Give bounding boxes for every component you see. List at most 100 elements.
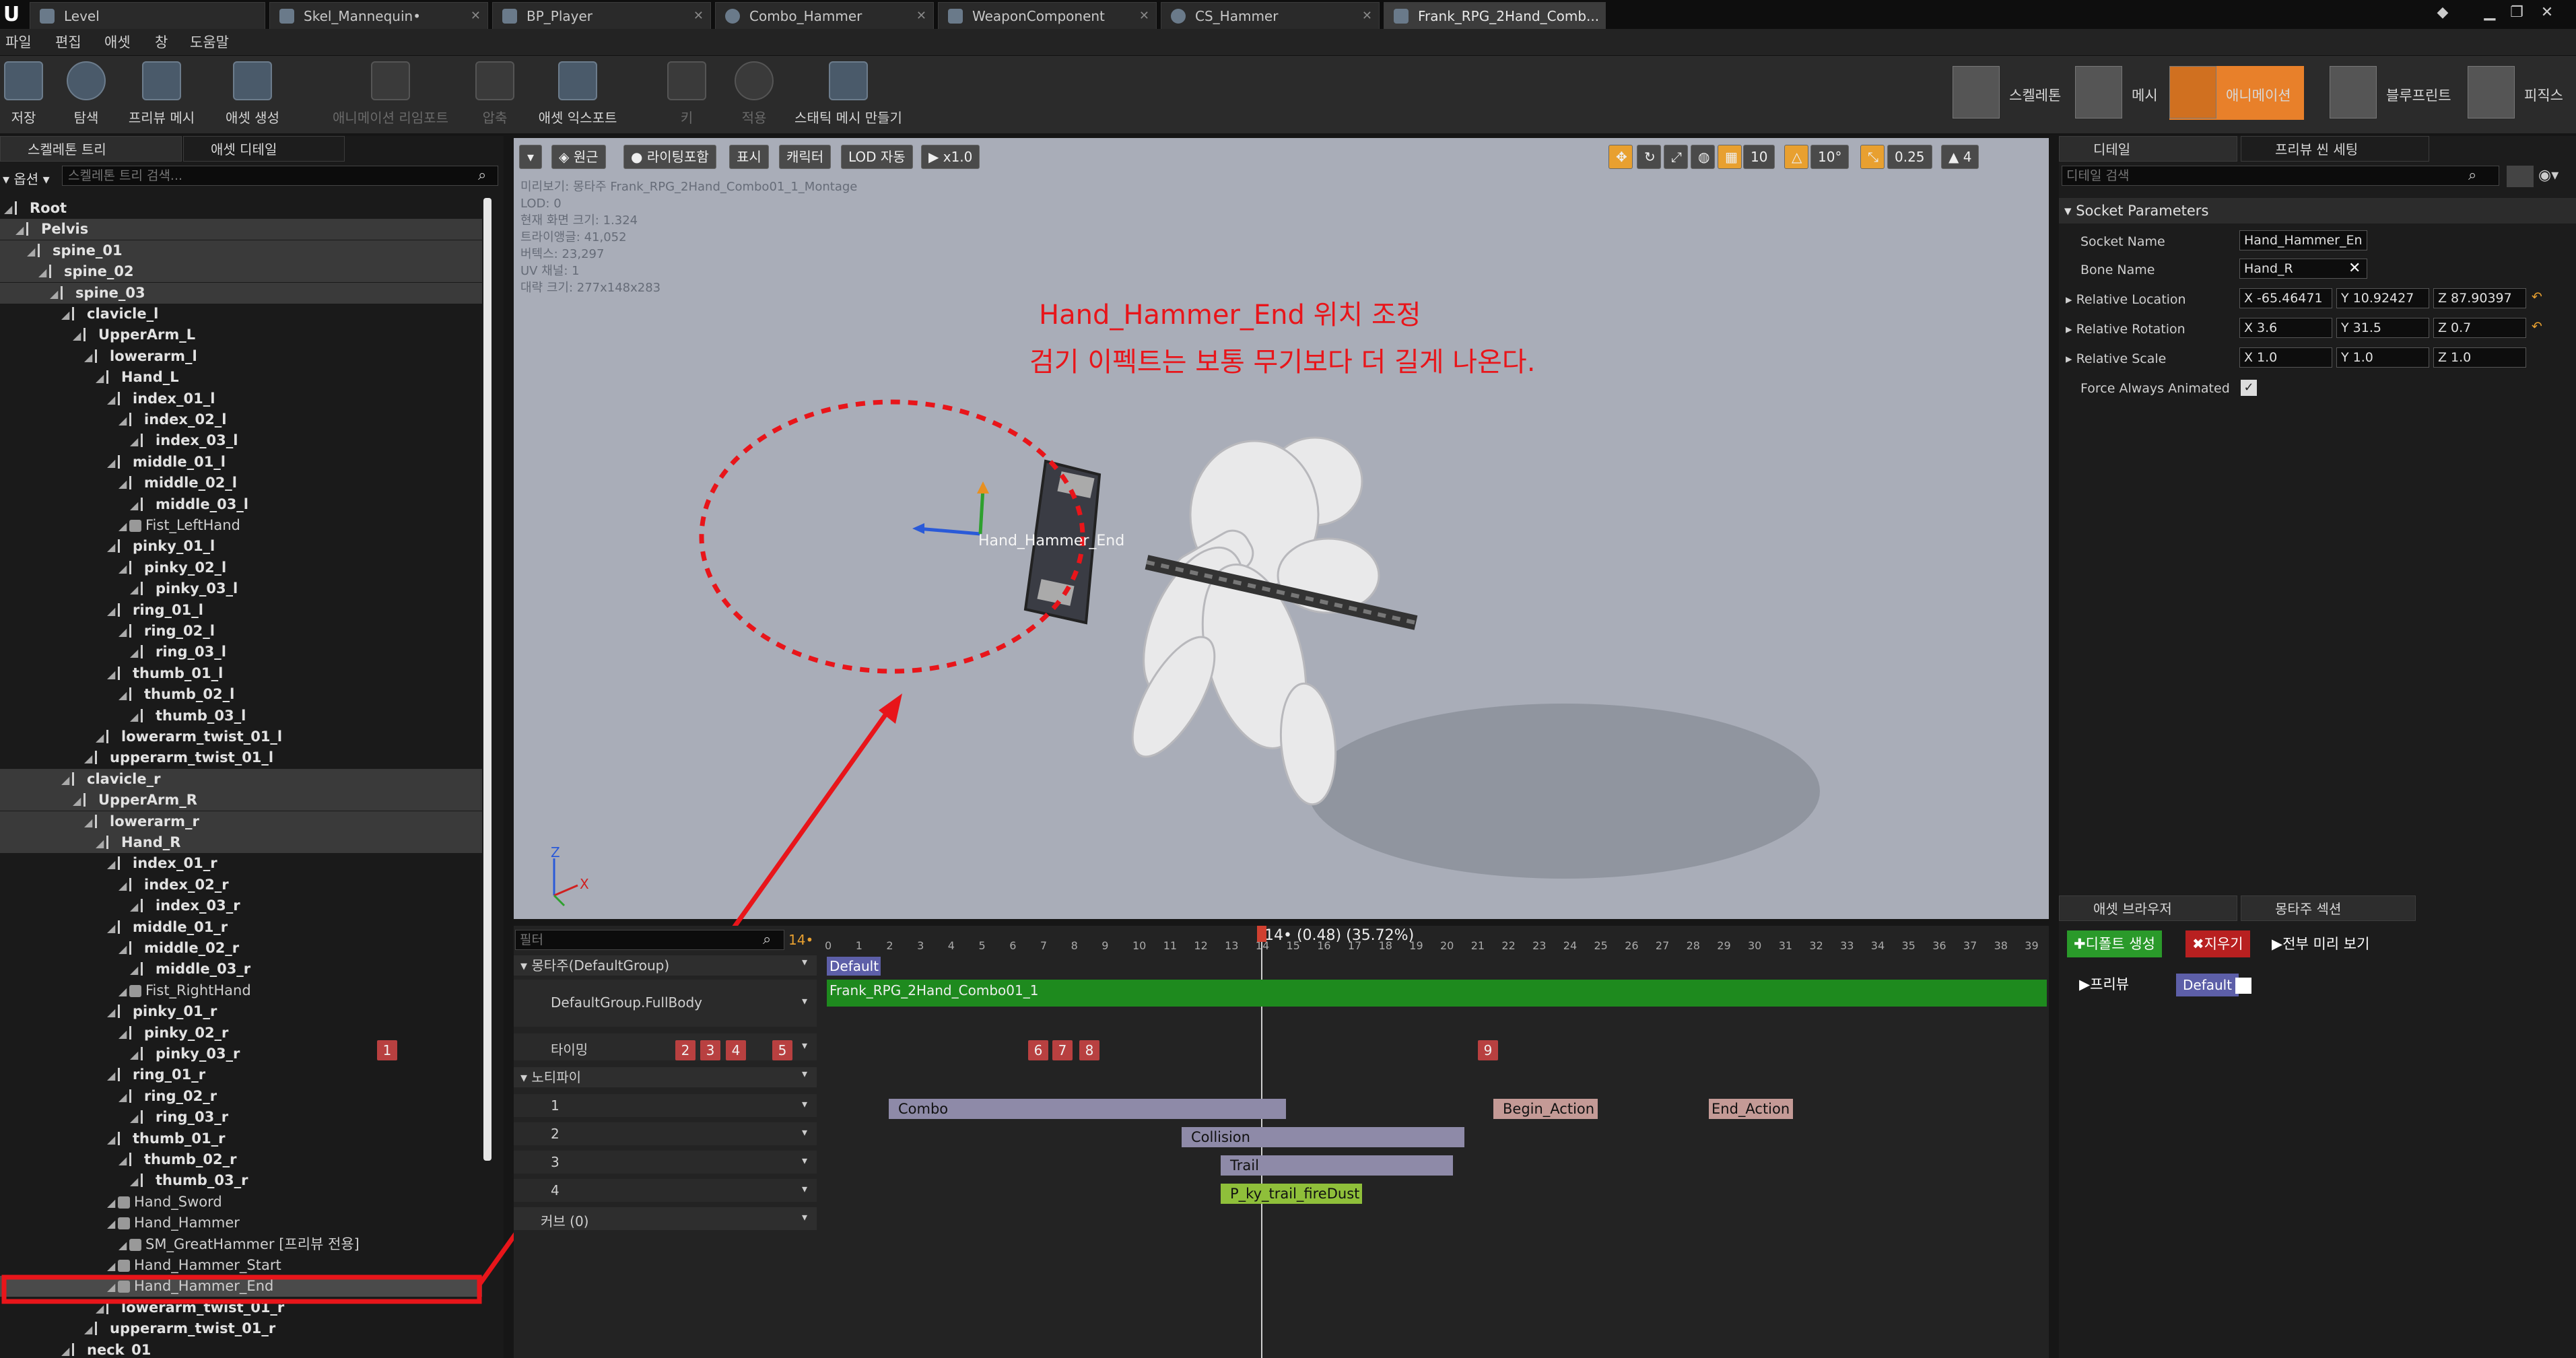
- tab-level[interactable]: Level: [30, 2, 265, 29]
- bone-tree-item[interactable]: ◢ pinky_01_l: [0, 536, 482, 557]
- notify-track-2[interactable]: 2 ▾: [514, 1122, 817, 1145]
- expand-arrow-icon[interactable]: ◢: [118, 410, 129, 431]
- bone-tree-item[interactable]: ◢ clavicle_r: [0, 768, 482, 790]
- socket-name-field[interactable]: Hand_Hammer_En: [2239, 230, 2367, 250]
- notify-end-action[interactable]: End_Action: [1709, 1099, 1793, 1119]
- tab-preview-scene-settings[interactable]: 프리뷰 씬 세팅: [2241, 136, 2429, 162]
- export-asset-button[interactable]: 애셋 익스포트: [527, 56, 628, 135]
- save-button[interactable]: 저장: [0, 56, 47, 135]
- mode-physics[interactable]: 피직스: [2468, 66, 2575, 120]
- expand-arrow-icon[interactable]: ◢: [107, 537, 118, 557]
- close-window-icon[interactable]: ✕: [2535, 3, 2559, 23]
- expand-arrow-icon[interactable]: ◢: [96, 1298, 106, 1319]
- bone-tree-item[interactable]: ◢ index_02_l: [0, 409, 482, 430]
- expand-arrow-icon[interactable]: ◢: [15, 219, 26, 240]
- tab-combo-hammer[interactable]: Combo_Hammer ✕: [715, 2, 934, 29]
- expand-arrow-icon[interactable]: ◢: [61, 304, 72, 325]
- bone-tree-item[interactable]: ◢ UpperArm_R: [0, 790, 482, 811]
- close-icon[interactable]: ✕: [1362, 3, 1372, 29]
- tab-bp-player[interactable]: BP_Player ✕: [492, 2, 711, 29]
- expand-arrow-icon[interactable]: ◢: [84, 347, 95, 368]
- clear-button[interactable]: ✖지우기: [2185, 930, 2250, 957]
- curve-row[interactable]: 커브 (0) ▾: [514, 1207, 817, 1230]
- bone-tree-item[interactable]: ◢ middle_02_l: [0, 473, 482, 494]
- notify-track-3[interactable]: 3 ▾: [514, 1151, 817, 1174]
- bone-tree-item[interactable]: ◢ ring_01_l: [0, 600, 482, 621]
- expand-arrow-icon[interactable]: ◢: [118, 685, 129, 706]
- skeleton-tree-search-input[interactable]: [62, 166, 498, 186]
- mode-blueprint[interactable]: 블루프린트: [2330, 66, 2458, 120]
- expand-arrow-icon[interactable]: ◢: [107, 918, 118, 939]
- expand-arrow-icon[interactable]: ◢: [118, 473, 129, 494]
- tab-weapon-component[interactable]: WeaponComponent ✕: [938, 2, 1157, 29]
- bone-tree-item[interactable]: ◢ Hand_R: [0, 832, 482, 853]
- location-y-field[interactable]: Y 10.92427: [2336, 288, 2429, 308]
- property-matrix-icon[interactable]: [2507, 166, 2534, 187]
- preview-mesh-button[interactable]: 프리뷰 메시: [118, 56, 205, 135]
- notify-track-1[interactable]: 1 ▾: [514, 1094, 817, 1117]
- timing-marker[interactable]: 9: [1478, 1040, 1498, 1060]
- expand-arrow-icon[interactable]: ◢: [107, 452, 118, 473]
- rotation-y-field[interactable]: Y 31.5: [2336, 318, 2429, 338]
- notify-track-4[interactable]: 4 ▾: [514, 1179, 817, 1202]
- bone-tree-item[interactable]: ◢ upperarm_twist_01_l: [0, 747, 482, 768]
- expand-arrow-icon[interactable]: ◢: [107, 854, 118, 875]
- expand-arrow-icon[interactable]: ◢: [130, 1044, 141, 1065]
- menu-asset[interactable]: 애셋: [104, 29, 131, 56]
- close-icon[interactable]: ✕: [471, 3, 481, 29]
- notify-particle[interactable]: P_ky_trail_fireDust: [1221, 1184, 1362, 1204]
- timeline-filter-input[interactable]: [515, 930, 784, 950]
- slot-row[interactable]: DefaultGroup.FullBody ▾: [514, 980, 817, 1027]
- location-x-field[interactable]: X -65.46471: [2239, 288, 2332, 308]
- tab-skeleton-tree[interactable]: 스켈레톤 트리: [0, 136, 182, 162]
- expand-arrow-icon[interactable]: ◢: [118, 1023, 129, 1044]
- rotation-x-field[interactable]: X 3.6: [2239, 318, 2332, 338]
- mode-mesh[interactable]: 메시: [2075, 66, 2176, 120]
- expand-arrow-icon[interactable]: ◢: [96, 833, 106, 854]
- bone-tree-item[interactable]: ◢ middle_01_r: [0, 917, 482, 938]
- montage-anim-segment[interactable]: Frank_RPG_2Hand_Combo01_1: [827, 980, 2047, 1007]
- notify-collision[interactable]: Collision: [1182, 1127, 1464, 1147]
- expand-arrow-icon[interactable]: ◢: [73, 790, 83, 811]
- bone-tree-item[interactable]: ◢ Root: [0, 198, 482, 219]
- timing-marker[interactable]: 6: [1028, 1040, 1048, 1060]
- expand-arrow-icon[interactable]: ◢: [118, 981, 129, 1002]
- expand-arrow-icon[interactable]: ◢: [107, 664, 118, 685]
- expand-arrow-icon[interactable]: ◢: [118, 1150, 129, 1171]
- rotation-z-field[interactable]: Z 0.7: [2433, 318, 2526, 338]
- tab-details[interactable]: 디테일: [2059, 136, 2237, 162]
- expand-arrow-icon[interactable]: ◢: [38, 262, 49, 283]
- bone-tree-item[interactable]: ◢ clavicle_l: [0, 304, 482, 325]
- make-static-mesh-button[interactable]: 스태틱 메시 만들기: [788, 56, 909, 135]
- timing-marker[interactable]: 4: [726, 1040, 746, 1060]
- frame-field[interactable]: 14•: [788, 930, 813, 950]
- bone-tree-item[interactable]: ◢ UpperArm_L: [0, 325, 482, 345]
- mode-animation[interactable]: 애니메이션: [2169, 66, 2304, 120]
- bone-tree-item[interactable]: ◢ index_02_r: [0, 875, 482, 895]
- expand-arrow-icon[interactable]: ◢: [107, 1002, 118, 1023]
- unreal-logo-icon[interactable]: U: [0, 0, 23, 29]
- bone-tree-item[interactable]: ◢ thumb_02_r: [0, 1149, 482, 1170]
- bone-tree-item[interactable]: ◢ thumb_01_l: [0, 663, 482, 684]
- bone-tree-item[interactable]: ◢ lowerarm_l: [0, 346, 482, 367]
- notify-combo[interactable]: Combo: [889, 1099, 1286, 1119]
- preview-button[interactable]: ▶프리뷰: [2072, 971, 2136, 998]
- close-icon[interactable]: ✕: [1139, 3, 1149, 29]
- timing-marker[interactable]: 5: [772, 1040, 792, 1060]
- force-animated-checkbox[interactable]: ✓: [2241, 380, 2257, 396]
- expand-arrow-icon[interactable]: ◢: [96, 727, 106, 748]
- bone-tree-item[interactable]: ◢ lowerarm_twist_01_l: [0, 726, 482, 747]
- tab-montage-sections[interactable]: 몽타주 섹션: [2241, 895, 2416, 921]
- pin-icon[interactable]: ◆: [2431, 3, 2455, 23]
- menu-help[interactable]: 도움말: [190, 29, 229, 56]
- menu-edit[interactable]: 편집: [55, 29, 81, 56]
- expand-arrow-icon[interactable]: ◢: [50, 283, 61, 304]
- maximize-icon[interactable]: ❐: [2505, 3, 2529, 23]
- bone-tree-item[interactable]: ◢ thumb_02_l: [0, 684, 482, 705]
- timing-marker[interactable]: 2: [675, 1040, 696, 1060]
- expand-arrow-icon[interactable]: ◢: [130, 706, 141, 727]
- bone-tree-item[interactable]: ◢ pinky_03_r: [0, 1044, 482, 1064]
- expand-arrow-icon[interactable]: ◢: [107, 1256, 118, 1277]
- bone-tree-item[interactable]: ◢ pinky_01_r: [0, 1001, 482, 1022]
- scale-y-field[interactable]: Y 1.0: [2336, 347, 2429, 368]
